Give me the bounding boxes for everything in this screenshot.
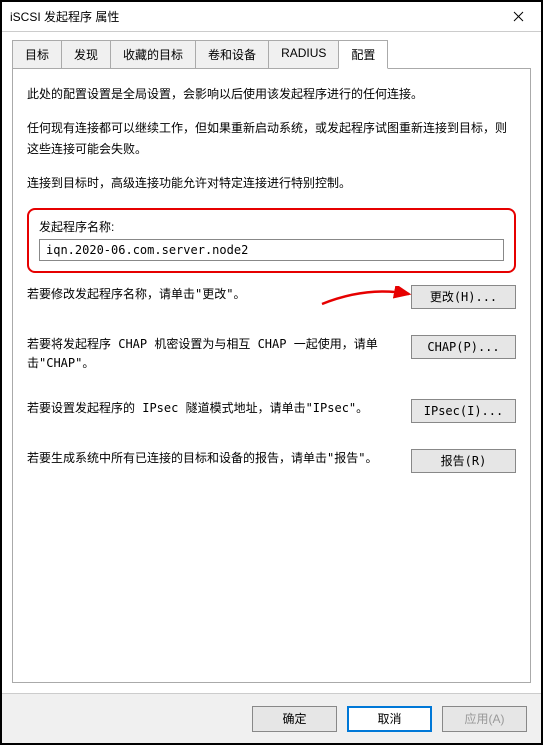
- tab-favorites[interactable]: 收藏的目标: [110, 40, 196, 68]
- ipsec-text: 若要设置发起程序的 IPsec 隧道模式地址，请单击"IPsec"。: [27, 399, 411, 418]
- titlebar: iSCSI 发起程序 属性: [2, 2, 541, 32]
- chap-button[interactable]: CHAP(P)...: [411, 335, 516, 359]
- change-row: 若要修改发起程序名称，请单击"更改"。 更改(H)...: [27, 285, 516, 309]
- initiator-name-highlight: 发起程序名称:: [27, 208, 516, 273]
- close-button[interactable]: [496, 2, 541, 31]
- intro-text-3: 连接到目标时，高级连接功能允许对特定连接进行特别控制。: [27, 173, 516, 193]
- initiator-name-label: 发起程序名称:: [39, 218, 504, 235]
- intro-text-1: 此处的配置设置是全局设置，会影响以后使用该发起程序进行的任何连接。: [27, 84, 516, 104]
- cancel-button[interactable]: 取消: [347, 706, 432, 732]
- ok-button[interactable]: 确定: [252, 706, 337, 732]
- tab-target[interactable]: 目标: [12, 40, 62, 68]
- tabstrip: 目标 发现 收藏的目标 卷和设备 RADIUS 配置: [12, 40, 531, 69]
- report-text: 若要生成系统中所有已连接的目标和设备的报告，请单击"报告"。: [27, 449, 411, 468]
- initiator-name-input[interactable]: [39, 239, 504, 261]
- close-icon: [513, 11, 524, 22]
- chap-text: 若要将发起程序 CHAP 机密设置为与相互 CHAP 一起使用，请单击"CHAP…: [27, 335, 411, 373]
- ipsec-row: 若要设置发起程序的 IPsec 隧道模式地址，请单击"IPsec"。 IPsec…: [27, 399, 516, 423]
- tab-config[interactable]: 配置: [338, 40, 388, 69]
- window-title: iSCSI 发起程序 属性: [10, 8, 119, 25]
- tab-discover[interactable]: 发现: [61, 40, 111, 68]
- tab-content-config: 此处的配置设置是全局设置，会影响以后使用该发起程序进行的任何连接。 任何现有连接…: [12, 69, 531, 683]
- tab-volumes[interactable]: 卷和设备: [195, 40, 269, 68]
- intro-text-2: 任何现有连接都可以继续工作，但如果重新启动系统，或发起程序试图重新连接到目标，则…: [27, 118, 516, 159]
- report-button[interactable]: 报告(R): [411, 449, 516, 473]
- tab-radius[interactable]: RADIUS: [268, 40, 339, 68]
- chap-row: 若要将发起程序 CHAP 机密设置为与相互 CHAP 一起使用，请单击"CHAP…: [27, 335, 516, 373]
- apply-button[interactable]: 应用(A): [442, 706, 527, 732]
- ipsec-button[interactable]: IPsec(I)...: [411, 399, 516, 423]
- change-button[interactable]: 更改(H)...: [411, 285, 516, 309]
- dialog-button-bar: 确定 取消 应用(A): [2, 693, 541, 743]
- report-row: 若要生成系统中所有已连接的目标和设备的报告，请单击"报告"。 报告(R): [27, 449, 516, 473]
- change-text: 若要修改发起程序名称，请单击"更改"。: [27, 285, 411, 304]
- dialog-window: iSCSI 发起程序 属性 目标 发现 收藏的目标 卷和设备 RADIUS 配置…: [0, 0, 543, 745]
- dialog-body: 目标 发现 收藏的目标 卷和设备 RADIUS 配置 此处的配置设置是全局设置，…: [2, 32, 541, 693]
